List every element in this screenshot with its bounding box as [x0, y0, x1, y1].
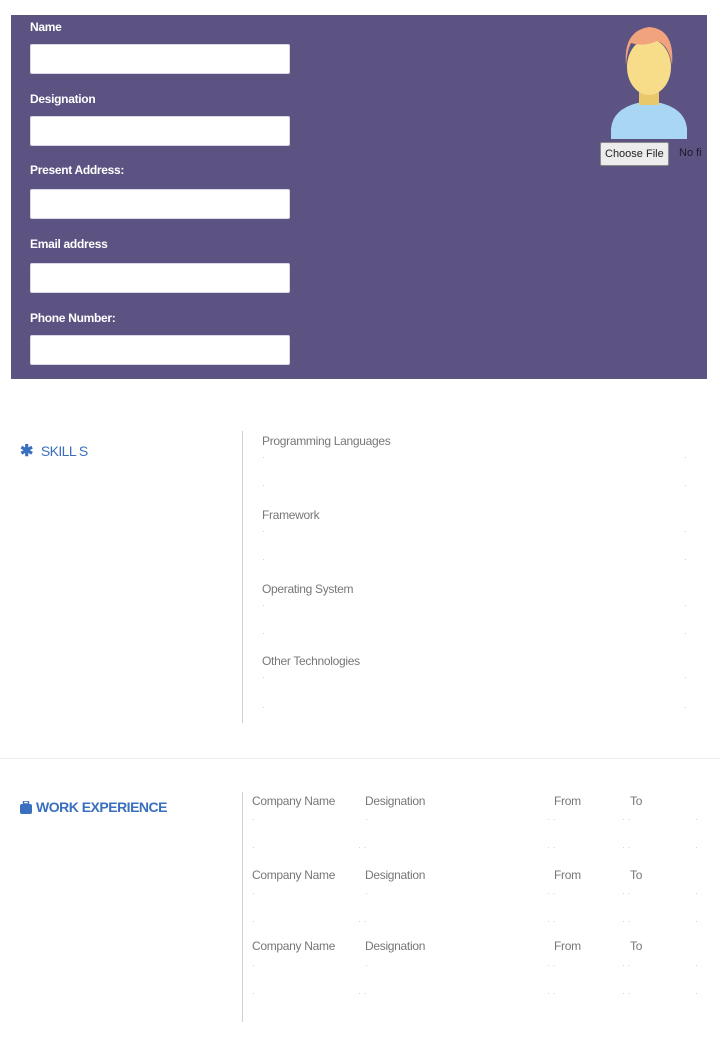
dots: · — [684, 554, 687, 564]
dots: · — [365, 960, 368, 970]
dots: · — [365, 814, 368, 824]
dots: · — [252, 960, 255, 970]
phone-input[interactable] — [30, 335, 290, 365]
dots: · · — [547, 988, 556, 998]
dots: · · — [547, 814, 556, 824]
col-from: From — [554, 794, 581, 808]
name-label: Name — [30, 20, 62, 34]
designation-label: Designation — [30, 92, 96, 106]
skill-input-os[interactable] — [262, 598, 694, 640]
dots: · · — [358, 842, 367, 852]
section-divider — [0, 758, 720, 759]
asterisk-icon: ✱ — [20, 443, 33, 460]
col-from: From — [554, 868, 581, 882]
dots: · — [262, 672, 265, 682]
present-address-input[interactable] — [30, 189, 290, 219]
dots: · — [695, 814, 698, 824]
dots: · — [252, 842, 255, 852]
name-input[interactable] — [30, 44, 290, 74]
skill-input-other[interactable] — [262, 670, 694, 712]
file-status: No fi — [679, 147, 702, 159]
col-to: To — [630, 939, 643, 953]
col-from: From — [554, 939, 581, 953]
dots: · — [262, 600, 265, 610]
dots: · — [684, 526, 687, 536]
dots: · — [252, 988, 255, 998]
skill-input-programming[interactable] — [262, 450, 694, 492]
dots: · · — [622, 960, 631, 970]
dots: · — [262, 628, 265, 638]
dots: · — [262, 526, 265, 536]
briefcase-icon — [20, 799, 32, 814]
skills-section-title: ✱ SKILL S — [20, 441, 88, 461]
dots: · — [684, 600, 687, 610]
skill-label-other: Other Technologies — [262, 654, 360, 668]
col-designation: Designation — [365, 939, 426, 953]
dots: · — [695, 988, 698, 998]
dots: · — [262, 702, 265, 712]
col-company-name: Company Name — [252, 939, 336, 953]
dots: · — [695, 916, 698, 926]
profile-header: Name Designation Present Address: Email … — [11, 15, 707, 379]
dots: · — [252, 916, 255, 926]
present-address-label: Present Address: — [30, 163, 125, 177]
dots: · — [695, 888, 698, 898]
dots: · · — [547, 916, 556, 926]
col-to: To — [630, 868, 643, 882]
dots: · — [695, 842, 698, 852]
dots: · — [252, 814, 255, 824]
skill-label-framework: Framework — [262, 508, 320, 522]
dots: · — [684, 480, 687, 490]
dots: · — [365, 888, 368, 898]
email-input[interactable] — [30, 263, 290, 293]
dots: · · — [622, 888, 631, 898]
col-company-name: Company Name — [252, 794, 336, 808]
work-experience-title-text: WORK EXPERIENCE — [36, 799, 167, 815]
skill-label-programming: Programming Languages — [262, 434, 391, 448]
dots: · — [684, 452, 687, 462]
skill-label-os: Operating System — [262, 582, 354, 596]
col-to: To — [630, 794, 643, 808]
work-divider — [242, 792, 243, 1022]
email-label: Email address — [30, 237, 108, 251]
dots: · — [695, 960, 698, 970]
skills-title-text: SKILL S — [40, 443, 88, 459]
dots: · — [684, 672, 687, 682]
work-experience-section-title: WORK EXPERIENCE — [20, 799, 167, 815]
dots: · · — [622, 988, 631, 998]
dots: · · — [547, 888, 556, 898]
choose-file-button[interactable]: Choose File — [600, 142, 669, 166]
dots: · · — [547, 842, 556, 852]
col-company-name: Company Name — [252, 868, 336, 882]
dots: · — [684, 628, 687, 638]
dots: · · — [358, 916, 367, 926]
avatar-icon — [611, 27, 687, 139]
dots: · · — [547, 960, 556, 970]
designation-input[interactable] — [30, 116, 290, 146]
col-designation: Designation — [365, 794, 426, 808]
skill-input-framework[interactable] — [262, 524, 694, 566]
phone-label: Phone Number: — [30, 311, 116, 325]
dots: · — [252, 888, 255, 898]
dots: · — [262, 554, 265, 564]
dots: · — [262, 452, 265, 462]
dots: · · — [622, 842, 631, 852]
skills-divider — [242, 431, 243, 723]
col-designation: Designation — [365, 868, 426, 882]
dots: · · — [622, 916, 631, 926]
dots: · · — [622, 814, 631, 824]
dots: · — [262, 480, 265, 490]
dots: · — [684, 702, 687, 712]
dots: · · — [358, 988, 367, 998]
